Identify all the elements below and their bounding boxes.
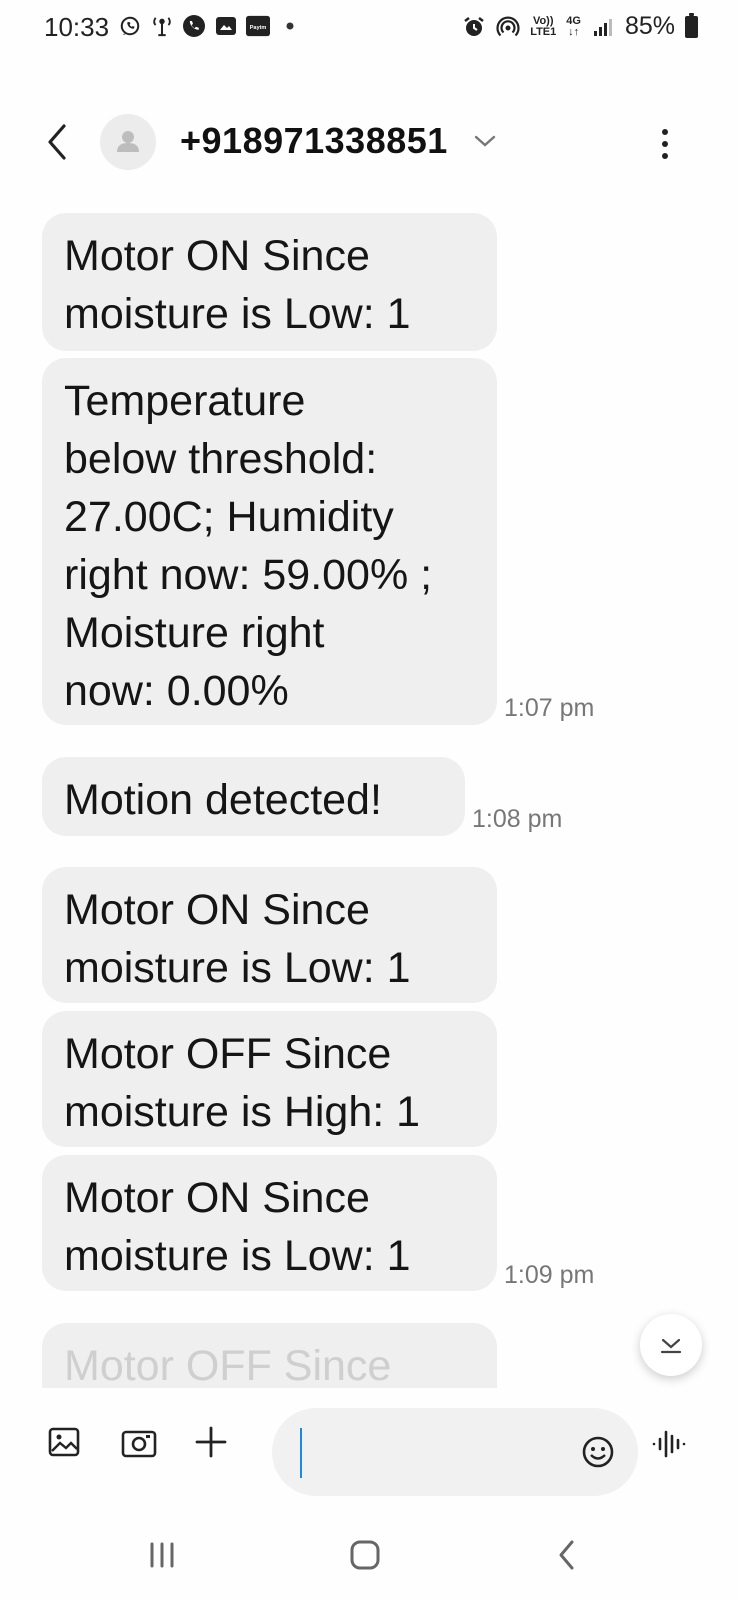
message-bubble[interactable]: Motor ON Since moisture is Low: 1 <box>42 1155 497 1291</box>
system-nav-bar <box>0 1500 738 1600</box>
home-button[interactable] <box>340 1530 390 1580</box>
camera-button[interactable] <box>120 1424 160 1464</box>
message-bubble[interactable]: Motion detected! <box>42 757 465 836</box>
message-bubble[interactable]: Motor OFF Since moisture is High: 1 <box>42 1011 497 1147</box>
message-thread[interactable]: Motor ON Since moisture is Low: 1 Temper… <box>0 0 738 1448</box>
voice-button[interactable] <box>650 1424 690 1464</box>
message-composer <box>0 1388 738 1498</box>
camera-icon <box>121 1430 157 1458</box>
message-bubble[interactable]: Motor ON Since moisture is Low: 1 <box>42 867 497 1003</box>
recents-icon <box>150 1542 174 1568</box>
plus-icon <box>195 1426 227 1458</box>
gallery-button[interactable] <box>46 1424 86 1464</box>
attach-button[interactable] <box>193 1424 233 1464</box>
home-icon <box>350 1540 380 1570</box>
message-input-box[interactable] <box>272 1408 638 1496</box>
message-time: 1:07 pm <box>504 694 595 722</box>
scroll-down-icon <box>660 1338 682 1354</box>
message-time: 1:08 pm <box>472 805 563 833</box>
voice-icon <box>652 1430 686 1458</box>
emoji-icon <box>582 1436 614 1468</box>
message-time: 1:09 pm <box>504 1261 595 1289</box>
nav-back-button[interactable] <box>542 1530 592 1580</box>
message-input[interactable] <box>300 1428 566 1478</box>
scroll-to-bottom-button[interactable] <box>640 1314 702 1376</box>
back-icon <box>559 1540 574 1570</box>
emoji-button[interactable] <box>578 1432 618 1472</box>
recent-apps-button[interactable] <box>138 1530 188 1580</box>
message-bubble[interactable]: Motor ON Since moisture is Low: 1 <box>42 213 497 351</box>
gallery-icon <box>48 1427 80 1457</box>
message-bubble[interactable]: Temperature below threshold: 27.00C; Hum… <box>42 358 497 725</box>
